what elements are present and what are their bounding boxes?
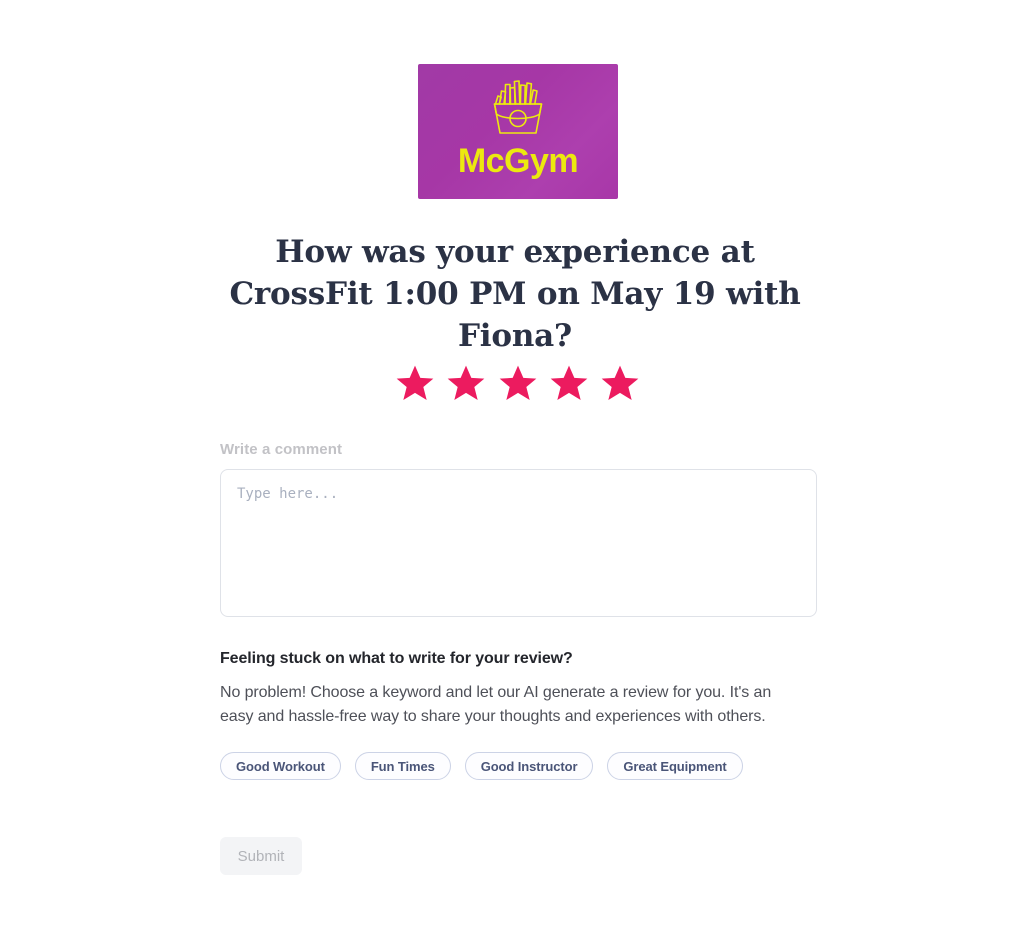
star-icon[interactable] xyxy=(600,363,640,403)
submit-button[interactable]: Submit xyxy=(220,837,302,875)
keyword-chip-fun-times[interactable]: Fun Times xyxy=(354,752,451,780)
page-title: How was your experience at CrossFit 1:00… xyxy=(229,234,801,354)
help-title: Feeling stuck on what to write for your … xyxy=(220,650,573,667)
star-icon[interactable] xyxy=(549,363,589,403)
star-icon[interactable] xyxy=(395,363,435,403)
star-icon[interactable] xyxy=(446,363,486,403)
keyword-chip-great-equipment[interactable]: Great Equipment xyxy=(607,752,743,780)
keyword-chip-good-instructor[interactable]: Good Instructor xyxy=(464,752,594,780)
keyword-chip-list: Good Workout Fun Times Good Instructor G… xyxy=(220,752,820,780)
star-rating[interactable] xyxy=(395,358,640,408)
french-fries-icon xyxy=(493,80,543,134)
brand-logo: McGym xyxy=(418,64,618,199)
review-page: McGym How was your experience at CrossFi… xyxy=(0,0,1030,949)
keyword-chip-good-workout[interactable]: Good Workout xyxy=(220,752,341,780)
comment-input[interactable] xyxy=(220,469,817,617)
star-icon[interactable] xyxy=(498,363,538,403)
brand-name: McGym xyxy=(457,142,579,180)
comment-label: Write a comment xyxy=(220,441,343,458)
help-description: No problem! Choose a keyword and let our… xyxy=(220,684,772,725)
